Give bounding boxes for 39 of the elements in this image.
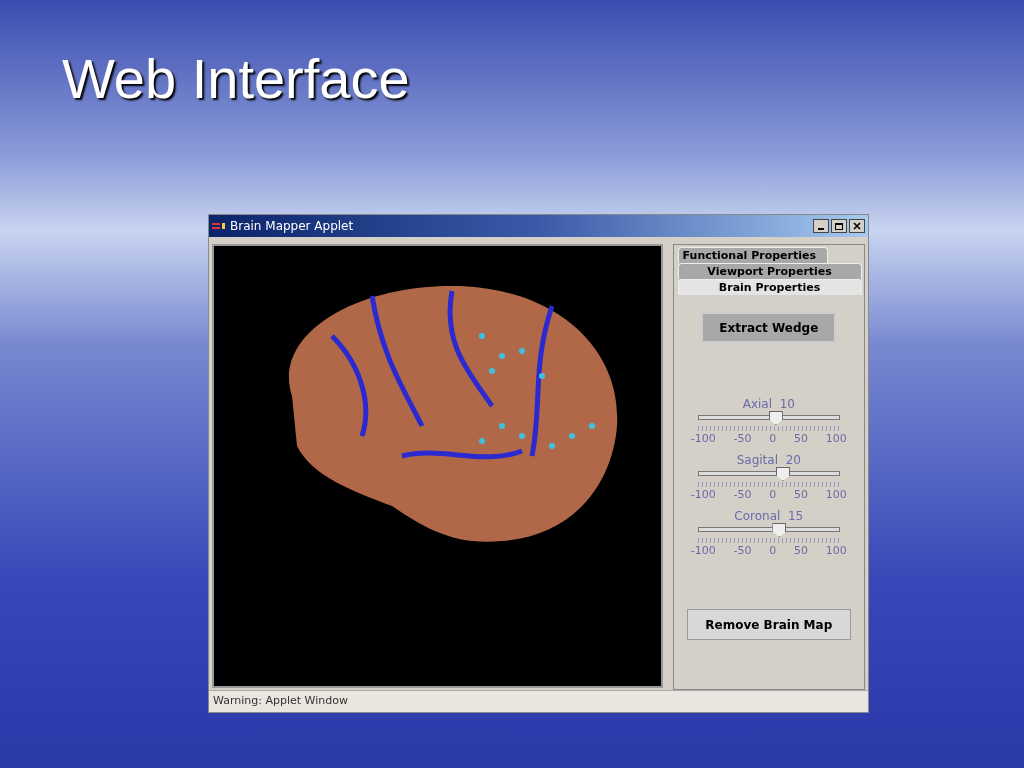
tick-label: 50	[794, 432, 809, 445]
tick-label: -50	[733, 488, 752, 501]
slide-title: Web Interface	[62, 46, 410, 112]
tick-label: 0	[769, 488, 777, 501]
extract-wedge-button[interactable]: Extract Wedge	[701, 312, 837, 343]
tick-label: 50	[794, 544, 809, 557]
tick-label: 50	[794, 488, 809, 501]
tick-label: -50	[733, 544, 752, 557]
window-title: Brain Mapper Applet	[230, 218, 354, 235]
slider-thumb[interactable]	[772, 523, 787, 537]
tab[interactable]: Brain Properties	[677, 279, 862, 295]
tick-label: -50	[733, 432, 752, 445]
maximize-button[interactable]	[831, 219, 847, 233]
app-icon	[212, 221, 226, 231]
slider-track[interactable]	[697, 523, 840, 537]
tick-label: -100	[690, 544, 716, 557]
tick-label: 100	[825, 544, 847, 557]
tab[interactable]: Functional Properties	[677, 247, 828, 263]
close-button[interactable]	[849, 219, 865, 233]
tick-label: -100	[690, 488, 716, 501]
slider-label: Axial 10	[742, 397, 795, 411]
tick-label: 0	[769, 544, 777, 557]
slider-track[interactable]	[697, 411, 840, 425]
maximize-icon	[835, 222, 843, 230]
minimize-button[interactable]	[813, 219, 829, 233]
slider-thumb[interactable]	[776, 467, 790, 481]
tick-label: -100	[690, 432, 716, 445]
minimize-icon	[818, 228, 824, 230]
tick-label: 100	[825, 488, 847, 501]
slider-label: Sagital 20	[736, 453, 801, 467]
slider-thumb[interactable]	[768, 411, 783, 425]
tab[interactable]: Viewport Properties	[677, 263, 862, 279]
slider-track[interactable]	[697, 467, 840, 481]
remove-brain-map-button[interactable]: Remove Brain Map	[686, 609, 851, 640]
tick-label: 100	[825, 432, 847, 445]
close-icon	[853, 222, 861, 230]
status-text: Warning: Applet Window	[213, 693, 348, 710]
tick-label: 0	[769, 432, 777, 445]
slider-label: Coronal 15	[734, 509, 804, 523]
